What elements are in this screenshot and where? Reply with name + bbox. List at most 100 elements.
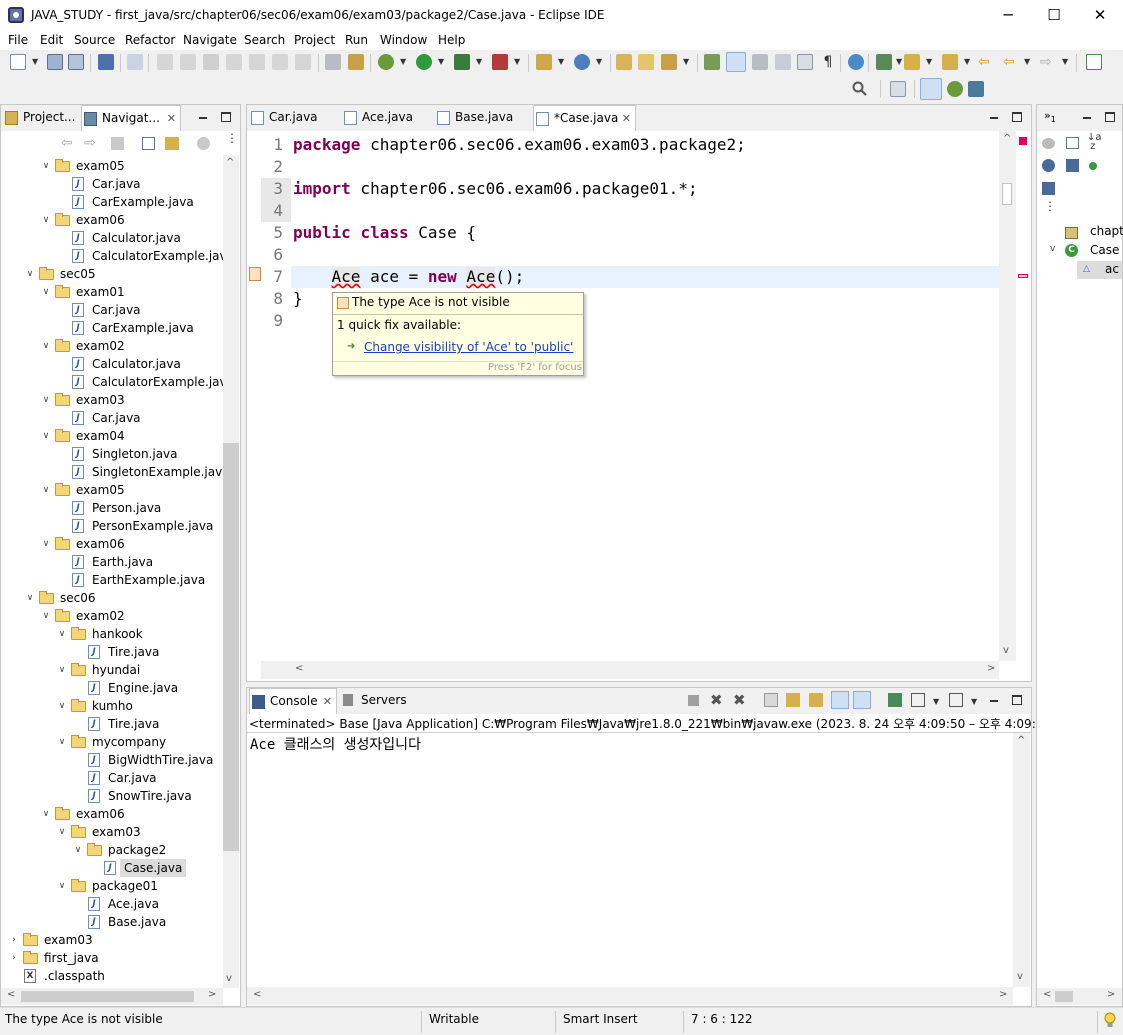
minimize-editor-icon[interactable] [988,111,1000,123]
disconnect-icon[interactable] [226,54,242,70]
tree-folder-item[interactable]: ∨ exam06 [1,211,223,229]
scroll-down-icon[interactable]: v [226,973,232,984]
hide-fields-icon[interactable] [1042,159,1055,172]
maximize-view-icon[interactable] [221,112,231,122]
console-hscrollbar[interactable]: < > [247,987,1013,1005]
pin-console-icon[interactable] [888,693,902,707]
prev-annotation-icon[interactable] [904,54,920,70]
display-console-icon[interactable] [911,693,925,707]
external-tools-icon[interactable] [492,54,508,70]
menu-window[interactable]: Window [380,33,427,47]
resume-icon[interactable] [157,54,173,70]
tree-folder-item[interactable]: ∨ exam03 [1,823,223,841]
close-window-button[interactable]: ✕ [1077,0,1123,31]
new-icon[interactable] [10,54,26,70]
scroll-left-icon[interactable]: < [253,989,261,1000]
view-menu-icon[interactable]: ⋮ [1044,200,1056,212]
tree-folder-item[interactable]: ∨ sec06 [1,589,223,607]
run-icon[interactable] [416,54,432,70]
tree-file-item[interactable]: J Earth.java [1,553,223,571]
chevron-down-icon[interactable]: ∨ [57,701,67,711]
minimize-outline-icon[interactable] [1081,111,1093,123]
tree-folder-item[interactable]: ∨ exam02 [1,607,223,625]
outline-hscrollbar[interactable]: < > [1037,988,1122,1005]
maximize-editor-icon[interactable] [1012,112,1022,122]
tree-file-item[interactable]: J Tire.java [1,715,223,733]
error-marker[interactable] [1018,274,1028,278]
menu-search[interactable]: Search [244,33,285,47]
show-on-output-icon[interactable] [831,691,849,709]
tree-folder-item[interactable]: ∨ exam06 [1,805,223,823]
chevron-right-icon[interactable]: › [9,935,19,945]
outline-hscroll-thumb[interactable] [1055,991,1073,1002]
tree-file-item[interactable]: J SingletonExample.java [1,463,223,481]
run-dropdown-icon[interactable]: ▼ [438,57,444,66]
tree-folder-item[interactable]: ∨ exam06 [1,535,223,553]
next-annotation-dropdown-icon[interactable]: ▼ [896,57,902,66]
editor-vscrollbar[interactable]: ^ v [999,131,1016,661]
tree-file-item[interactable]: J Base.java [1,913,223,931]
more-views-icon[interactable]: »1 [1044,109,1056,124]
collapse-all-icon[interactable] [142,137,155,150]
code-editor[interactable]: 1 package chapter06.sec06.exam06.exam03.p… [247,131,1031,681]
step-over-icon[interactable] [272,54,288,70]
back-dropdown-icon[interactable]: ▼ [1024,57,1030,66]
java-type-icon[interactable] [348,54,364,70]
scroll-right-icon[interactable]: > [987,663,995,674]
close-tab-icon[interactable]: ✕ [622,106,631,131]
chevron-down-icon[interactable]: ∨ [57,881,67,891]
coverage-icon[interactable] [454,54,470,70]
tree-file-item[interactable]: J SnowTire.java [1,787,223,805]
external-tools-dropdown-icon[interactable]: ▼ [514,57,520,66]
java-perspective-icon[interactable] [968,81,984,97]
open-type-icon[interactable] [616,54,632,70]
back-nav-icon[interactable]: ⇦ [1003,54,1019,70]
tab-ace-java[interactable]: Ace.java [342,105,432,131]
scroll-left-icon[interactable]: < [295,663,303,674]
console-vscrollbar[interactable]: ^ v [1013,733,1030,987]
skip-breakpoints-icon[interactable] [127,54,143,70]
tree-folder-item[interactable]: ∨ exam04 [1,427,223,445]
outline-package[interactable]: chapt [1090,224,1123,238]
menu-help[interactable]: Help [438,33,465,47]
tree-folder-item[interactable]: ∨ hankook [1,625,223,643]
pin-editor-icon[interactable] [1086,54,1102,70]
tree-folder-item[interactable]: ∨ sec05 [1,265,223,283]
tree-folder-item[interactable]: ∨ exam05 [1,157,223,175]
problem-hover-tooltip[interactable]: The type Ace is not visible 1 quick fix … [332,292,584,376]
chevron-down-icon[interactable]: ∨ [57,827,67,837]
chevron-right-icon[interactable]: › [9,953,19,963]
menu-source[interactable]: Source [74,33,115,47]
step-return-icon[interactable] [295,54,311,70]
menu-file[interactable]: File [8,33,28,47]
chevron-down-icon[interactable]: ∨ [41,485,51,495]
error-lightbulb-icon[interactable] [249,267,261,281]
tab-base-java[interactable]: Base.java [435,105,530,131]
new-java-dropdown-icon[interactable]: ▼ [558,57,564,66]
tree-file-item[interactable]: J Car.java [1,769,223,787]
chevron-down-icon[interactable]: ∨ [41,215,51,225]
terminate-icon[interactable] [688,695,699,706]
tree-file-item[interactable]: J BigWidthTire.java [1,751,223,769]
toggle-highlight-icon[interactable] [726,52,746,72]
debug-icon[interactable] [378,54,394,70]
maximize-button[interactable]: ☐ [1031,0,1077,31]
tree-folder-item[interactable]: ∨ package2 [1,841,223,859]
console-body[interactable]: <terminated> Base [Java Application] C:₩… [247,714,1056,1006]
new-class-icon[interactable] [574,54,590,70]
chevron-down-icon[interactable]: ∨ [41,539,51,549]
menu-navigate[interactable]: Navigate [183,33,237,47]
console-icon[interactable] [98,54,114,70]
toggle-block-selection-icon[interactable] [752,54,768,70]
scroll-left-icon[interactable]: < [1043,989,1051,1000]
terminate-icon[interactable] [203,54,219,70]
tree-file-item[interactable]: J Calculator.java [1,229,223,247]
outline-class[interactable]: Case [1090,243,1119,257]
open-console-icon[interactable] [949,693,963,707]
scroll-right-icon[interactable]: > [999,989,1007,1000]
collapse-all-icon[interactable] [1066,137,1079,149]
hide-local-types-icon[interactable] [1042,182,1055,195]
tree-file-item[interactable]: J Calculator.java [1,355,223,373]
open-task-icon[interactable] [325,54,341,70]
close-tab-icon[interactable]: ✕ [323,689,332,714]
